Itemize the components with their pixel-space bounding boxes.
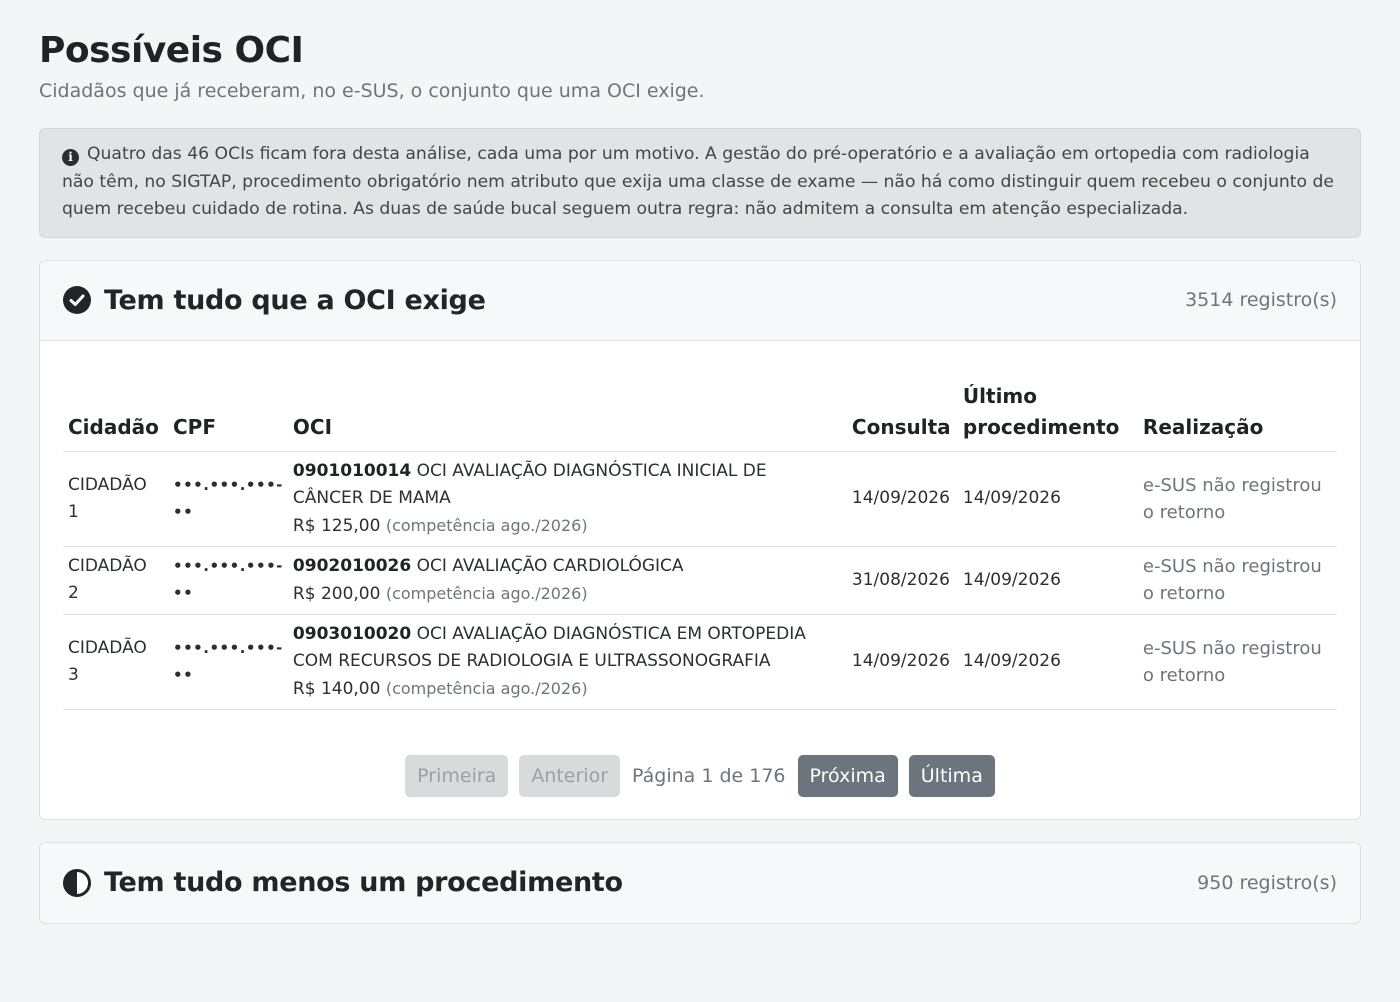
cell-oci: 0901010014 OCI AVALIAÇÃO DIAGNÓSTICA INI… [287,451,847,547]
half-circle-icon [63,868,91,897]
cell-ultimo: 14/09/2026 [957,451,1138,547]
table-row: CIDADÃO 2 •••.•••.•••-•• 0902010026 OCI … [63,546,1337,615]
col-header-cidadao: Cidadão [63,380,168,452]
page-subtitle: Cidadãos que já receberam, no e-SUS, o c… [39,80,705,102]
section-partial-title: Tem tudo menos um procedimento [104,867,623,898]
section-complete-header[interactable]: Tem tudo que a OCI exige 3514 registro(s… [40,260,1360,341]
cell-consulta: 14/09/2026 [846,614,958,710]
section-complete-count: 3514 registro(s) [1185,289,1337,311]
cell-ultimo: 14/09/2026 [957,614,1138,710]
alert-text: Quatro das 46 OCIs ficam fora desta anál… [62,144,1334,219]
cell-cpf: •••.•••.•••-•• [168,614,288,710]
table-header-row: Cidadão CPF OCI Consulta Último procedim… [63,380,1337,452]
section-complete-title-wrap: Tem tudo que a OCI exige [63,285,486,316]
cell-realizacao: e-SUS não registrou o retorno [1137,546,1337,615]
cell-realizacao: e-SUS não registrou o retorno [1137,451,1337,547]
section-complete-body: Cidadão CPF OCI Consulta Último procedim… [40,341,1360,819]
oci-code: 0902010026 [292,555,412,576]
oci-price: R$ 125,00 [292,515,381,536]
last-page-button[interactable]: Última [908,754,995,797]
prev-page-button[interactable]: Anterior [519,754,621,797]
cell-cidadao: CIDADÃO 1 [63,451,168,547]
section-complete-card: Tem tudo que a OCI exige 3514 registro(s… [39,259,1361,820]
cell-oci: 0902010026 OCI AVALIAÇÃO CARDIOLÓGICA R$… [287,546,847,615]
cell-cidadao: CIDADÃO 2 [63,546,168,615]
page-title: Possíveis OCI [39,30,304,71]
oci-name: OCI AVALIAÇÃO CARDIOLÓGICA [416,555,684,576]
cell-cpf: •••.•••.•••-•• [168,546,288,615]
section-partial-title-wrap: Tem tudo menos um procedimento [63,867,623,898]
page: Possíveis OCI Cidadãos que já receberam,… [0,0,1400,924]
info-icon: i [62,149,79,166]
pagination: Primeira Anterior Página 1 de 176 Próxim… [63,754,1337,797]
cell-cpf: •••.•••.•••-•• [168,451,288,547]
section-partial-count: 950 registro(s) [1197,871,1337,894]
cell-realizacao: e-SUS não registrou o retorno [1137,614,1337,710]
col-header-oci: OCI [287,380,847,452]
cell-cidadao: CIDADÃO 3 [63,614,168,710]
cell-ultimo: 14/09/2026 [957,546,1138,615]
table-row: CIDADÃO 1 •••.•••.•••-•• 0901010014 OCI … [63,451,1337,547]
oci-code: 0903010020 [292,623,412,644]
oci-competencia: (competência ago./2026) [385,515,588,535]
records-table: Cidadão CPF OCI Consulta Último procedim… [63,380,1337,710]
first-page-button[interactable]: Primeira [405,754,509,797]
oci-code: 0901010014 [292,460,412,481]
page-indicator: Página 1 de 176 [632,764,786,787]
col-header-realizacao: Realização [1137,380,1337,452]
next-page-button[interactable]: Próxima [797,754,898,797]
cell-consulta: 31/08/2026 [846,546,958,615]
col-header-cpf: CPF [168,380,288,452]
section-partial-card: Tem tudo menos um procedimento 950 regis… [39,841,1361,924]
oci-price: R$ 140,00 [292,678,381,699]
oci-price: R$ 200,00 [292,583,381,604]
oci-competencia: (competência ago./2026) [385,583,588,603]
cell-oci: 0903010020 OCI AVALIAÇÃO DIAGNÓSTICA EM … [287,614,847,710]
check-circle-icon [63,286,91,314]
table-row: CIDADÃO 3 •••.•••.•••-•• 0903010020 OCI … [63,614,1337,710]
section-partial-header[interactable]: Tem tudo menos um procedimento 950 regis… [40,842,1360,923]
info-alert: i Quatro das 46 OCIs ficam fora desta aná… [39,128,1361,238]
col-header-consulta: Consulta [846,380,958,452]
oci-competencia: (competência ago./2026) [385,678,588,698]
section-complete-title: Tem tudo que a OCI exige [104,284,486,316]
cell-consulta: 14/09/2026 [846,451,958,547]
col-header-ultimo: Último procedimento [957,380,1138,452]
